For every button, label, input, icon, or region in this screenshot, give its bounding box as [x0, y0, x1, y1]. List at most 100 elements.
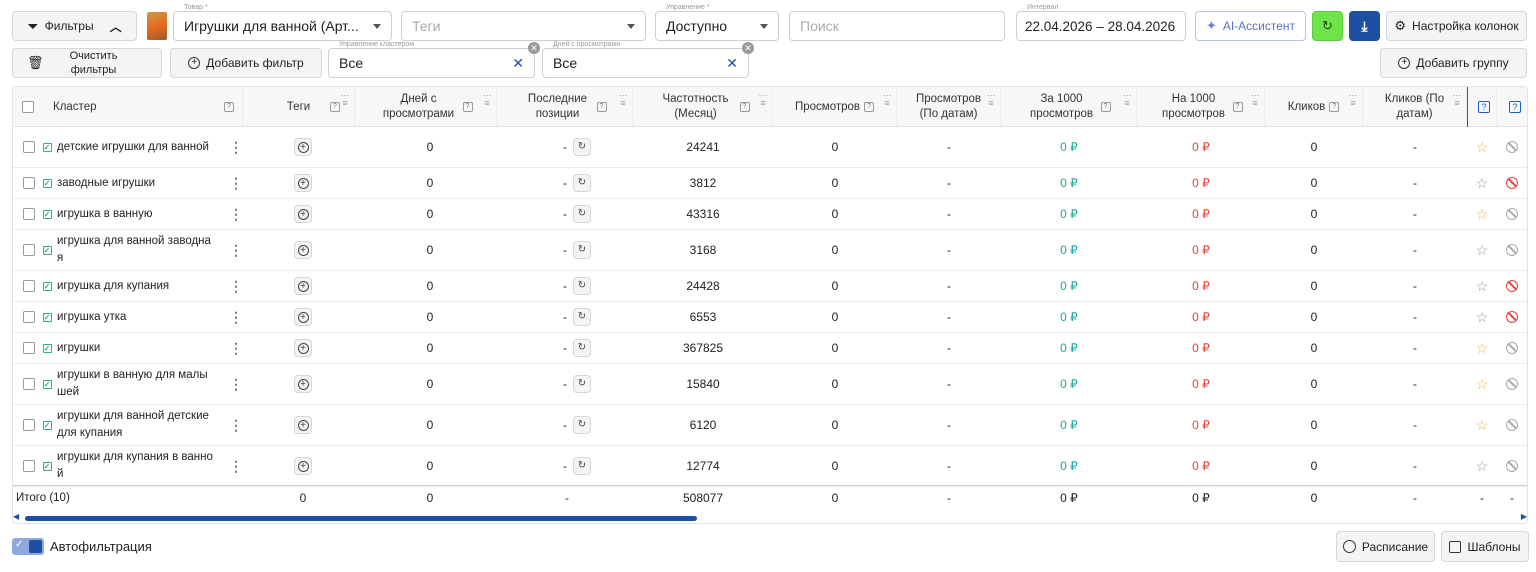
- filters-toggle-button[interactable]: ⏷ Фильтры ︿: [12, 11, 137, 41]
- interval-picker[interactable]: Интервал 22.04.2026 – 28.04.2026: [1016, 4, 1186, 41]
- row-checkbox[interactable]: [23, 342, 35, 354]
- row-checkbox[interactable]: [23, 141, 35, 153]
- refresh-icon[interactable]: ↻: [573, 205, 591, 223]
- header-frequency[interactable]: Частотность (Месяц)? ⋯ ≡: [633, 87, 773, 127]
- header-cluster[interactable]: Кластер ?: [43, 87, 243, 127]
- add-group-button[interactable]: + Добавить группу: [1380, 48, 1527, 78]
- block-icon[interactable]: [1506, 419, 1518, 431]
- star-icon[interactable]: ☆: [1476, 309, 1489, 326]
- table-row[interactable]: ✓ игрушка утка ⋮ +0- ↻ 6553 0-0 ₽0 ₽0- ☆: [13, 302, 1527, 333]
- add-tag-button[interactable]: +: [294, 339, 312, 357]
- star-icon[interactable]: ☆: [1476, 206, 1489, 223]
- header-views[interactable]: Просмотров? ⋯ ≡: [773, 87, 897, 127]
- help-icon[interactable]: ?: [224, 102, 234, 112]
- refresh-icon[interactable]: ↻: [573, 277, 591, 295]
- scroll-left-icon[interactable]: ◀: [13, 512, 19, 521]
- table-row[interactable]: ✓ игрушка в ванную ⋮ +0- ↻ 43316 0-0 ₽0 ₽0- ☆: [13, 199, 1527, 230]
- row-checkbox[interactable]: [23, 177, 35, 189]
- star-icon[interactable]: ☆: [1476, 278, 1489, 295]
- header-per-1000[interactable]: За 1000 просмотров? ⋯ ≡: [1001, 87, 1137, 127]
- row-checkbox[interactable]: [23, 244, 35, 256]
- add-tag-button[interactable]: +: [294, 308, 312, 326]
- schedule-button[interactable]: Расписание: [1336, 531, 1435, 562]
- header-help-2[interactable]: ?: [1497, 87, 1527, 127]
- more-vertical-icon[interactable]: ⋮: [229, 140, 243, 154]
- more-vertical-icon[interactable]: ⋮: [229, 207, 243, 221]
- ai-assistant-button[interactable]: ✦ AI-Ассистент: [1195, 11, 1306, 41]
- table-row[interactable]: ✓ игрушка для купания ⋮ +0- ↻ 24428 0-0 ₽0 ₽0-…: [13, 271, 1527, 302]
- refresh-icon[interactable]: ↻: [573, 375, 591, 393]
- add-tag-button[interactable]: +: [294, 205, 312, 223]
- help-icon[interactable]: ?: [330, 102, 340, 112]
- add-tag-button[interactable]: +: [294, 174, 312, 192]
- download-button[interactable]: ⤓: [1349, 11, 1380, 41]
- refresh-icon[interactable]: ↻: [573, 339, 591, 357]
- column-menu-icon[interactable]: ⋯ ≡: [1122, 91, 1132, 108]
- more-vertical-icon[interactable]: ⋮: [229, 176, 243, 190]
- clear-filters-button[interactable]: 🗑 Очистить фильтры: [12, 48, 162, 78]
- refresh-icon[interactable]: ↻: [573, 308, 591, 326]
- refresh-icon[interactable]: ↻: [573, 241, 591, 259]
- table-row[interactable]: ✓ игрушка для ванной заводная ⋮ +0- ↻ 3168 0-0…: [13, 230, 1527, 271]
- block-icon[interactable]: [1506, 378, 1518, 390]
- header-tags[interactable]: Теги? ⋯ ≡: [243, 87, 355, 127]
- star-icon[interactable]: ☆: [1476, 175, 1489, 192]
- more-vertical-icon[interactable]: ⋮: [229, 459, 243, 473]
- product-select[interactable]: Товар * Игрушки для ванной (Арт...: [173, 4, 392, 41]
- column-menu-icon[interactable]: ⋯ ≡: [1250, 91, 1260, 108]
- help-icon[interactable]: ?: [1509, 101, 1521, 113]
- header-days[interactable]: Дней с просмотрами? ⋯ ≡: [355, 87, 497, 127]
- table-row[interactable]: ✓ игрушки для купания в ванной ⋮ +0- ↻ 12774 0…: [13, 446, 1527, 487]
- header-on-1000[interactable]: На 1000 просмотров? ⋯ ≡: [1137, 87, 1265, 127]
- header-views-by-dates[interactable]: Просмотров (По датам) ⋯ ≡: [897, 87, 1001, 127]
- star-icon[interactable]: ☆: [1476, 417, 1489, 434]
- more-vertical-icon[interactable]: ⋮: [229, 377, 243, 391]
- block-icon[interactable]: [1506, 460, 1518, 472]
- block-icon[interactable]: [1506, 342, 1518, 354]
- more-vertical-icon[interactable]: ⋮: [229, 310, 243, 324]
- column-menu-icon[interactable]: ⋯ ≡: [482, 91, 492, 108]
- help-icon[interactable]: ?: [1232, 102, 1243, 112]
- add-tag-button[interactable]: +: [294, 277, 312, 295]
- star-icon[interactable]: ☆: [1476, 376, 1489, 393]
- scroll-right-icon[interactable]: ▶: [1521, 512, 1527, 521]
- help-icon[interactable]: ?: [1478, 101, 1490, 113]
- row-checkbox[interactable]: [23, 311, 35, 323]
- cluster-management-select[interactable]: Управление кластером Все ✕: [328, 41, 535, 78]
- scrollbar-thumb[interactable]: [25, 516, 697, 521]
- block-icon[interactable]: [1506, 177, 1518, 189]
- add-filter-button[interactable]: + Добавить фильтр: [170, 48, 322, 78]
- templates-button[interactable]: Шаблоны: [1441, 531, 1529, 562]
- more-vertical-icon[interactable]: ⋮: [229, 279, 243, 293]
- table-row[interactable]: ✓ детские игрушки для ванной ⋮ +0- ↻ 24241 0-0…: [13, 127, 1527, 168]
- add-tag-button[interactable]: +: [294, 416, 312, 434]
- clear-cluster-management-icon[interactable]: ✕: [528, 42, 540, 54]
- help-icon[interactable]: ?: [1100, 102, 1111, 112]
- block-icon[interactable]: [1506, 141, 1518, 153]
- more-vertical-icon[interactable]: ⋮: [229, 243, 243, 257]
- star-icon[interactable]: ☆: [1476, 242, 1489, 259]
- column-menu-icon[interactable]: ⋯ ≡: [618, 91, 628, 108]
- more-vertical-icon[interactable]: ⋮: [229, 341, 243, 355]
- header-clicks-by-dates[interactable]: Кликов (По датам) ⋯ ≡: [1363, 87, 1467, 127]
- block-icon[interactable]: [1506, 208, 1518, 220]
- row-checkbox[interactable]: [23, 419, 35, 431]
- refresh-icon[interactable]: ↻: [573, 416, 591, 434]
- management-select[interactable]: Управление * Доступно: [655, 4, 779, 41]
- help-icon[interactable]: ?: [864, 102, 875, 112]
- help-icon[interactable]: ?: [462, 102, 473, 112]
- star-icon[interactable]: ☆: [1476, 458, 1489, 475]
- refresh-icon[interactable]: ↻: [573, 174, 591, 192]
- help-icon[interactable]: ?: [596, 102, 607, 112]
- help-icon[interactable]: ?: [739, 102, 750, 112]
- row-checkbox[interactable]: [23, 460, 35, 472]
- table-row[interactable]: ✓ игрушки для ванной детские для купания ⋮…: [13, 405, 1527, 446]
- row-checkbox[interactable]: [23, 378, 35, 390]
- star-icon[interactable]: ☆: [1476, 340, 1489, 357]
- table-row[interactable]: ✓ заводные игрушки ⋮ +0- ↻ 3812 0-0 ₽0 ₽0- ☆: [13, 168, 1527, 199]
- table-row[interactable]: ✓ игрушки ⋮ +0- ↻ 367825 0-0 ₽0 ₽0- ☆: [13, 333, 1527, 364]
- column-menu-icon[interactable]: ⋯ ≡: [986, 91, 996, 108]
- block-icon[interactable]: [1506, 311, 1518, 323]
- header-select-all[interactable]: [13, 87, 43, 127]
- refresh-icon[interactable]: ↻: [573, 138, 591, 156]
